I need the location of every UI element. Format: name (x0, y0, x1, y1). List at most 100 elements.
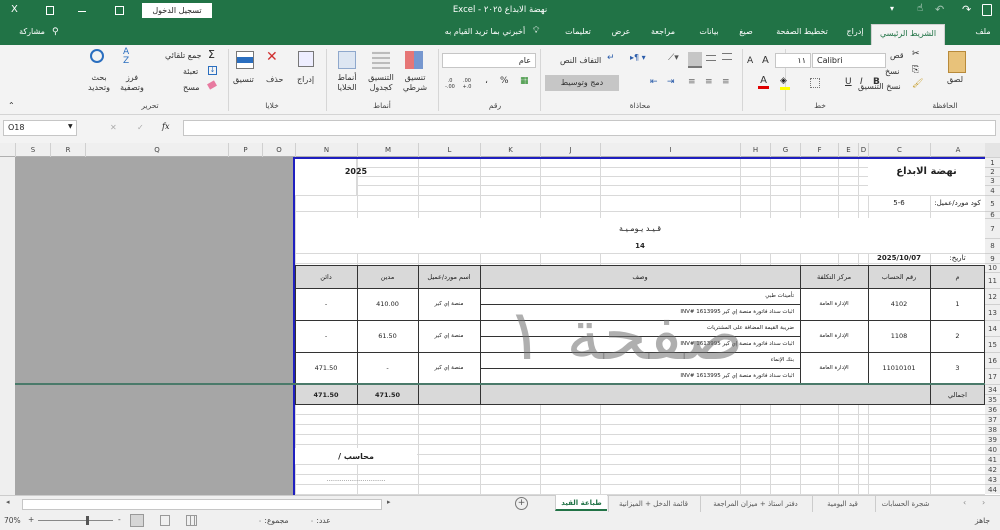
tab-file[interactable]: ملف (975, 27, 990, 36)
sheet-tab-income-balance[interactable]: قائمة الدخل + الميزانية (608, 496, 698, 512)
normal-view-icon[interactable] (130, 514, 144, 527)
column-header-D[interactable]: D (858, 143, 868, 157)
align-right-icon[interactable]: ≡ (722, 77, 730, 87)
page-layout-view-icon[interactable] (160, 515, 170, 526)
add-sheet-button[interactable]: + (515, 497, 528, 510)
worksheet-grid[interactable]: نهضة الابداع 2025 كود مورد/عميل: 5-6 قـيـد ي… (0, 157, 985, 495)
chevron-down-icon[interactable]: ▼ (68, 123, 73, 130)
row-header-38[interactable]: 38 (985, 424, 1000, 434)
orientation-icon[interactable]: ⟋▾ (668, 53, 679, 63)
column-header-L[interactable]: L (418, 143, 480, 157)
format-as-table-button[interactable]: التنسيق كجدول (362, 73, 400, 93)
touch-mode-icon[interactable]: ☝ (917, 3, 923, 14)
select-all-button[interactable] (985, 143, 1000, 157)
align-left-icon[interactable]: ≡ (688, 77, 696, 87)
clear-button[interactable]: مسح (183, 83, 200, 92)
bold-button[interactable]: B (873, 77, 880, 87)
column-header-N[interactable]: N (295, 143, 357, 157)
column-header-O[interactable]: O (262, 143, 295, 157)
share-person-icon[interactable]: ⚲ (52, 27, 59, 37)
column-header-M[interactable]: M (357, 143, 418, 157)
column-header-I[interactable]: I (600, 143, 740, 157)
sheet-tab-ledger-trial-balance[interactable]: دفتر استاذ + ميزان المراجعة (700, 496, 810, 512)
accounting-format-icon[interactable]: ▦ (520, 76, 529, 86)
increase-indent-icon[interactable]: ⇥ (667, 77, 675, 87)
column-header-R[interactable]: R (50, 143, 85, 157)
page-break-view-icon[interactable] (186, 515, 197, 526)
scroll-tabs-left-icon[interactable]: ‹ (963, 498, 966, 507)
row-header-14[interactable]: 14 (985, 320, 1000, 336)
tab-help[interactable]: تعليمات (565, 27, 591, 36)
column-header-G[interactable]: G (770, 143, 800, 157)
shrink-font-button[interactable]: A (747, 56, 753, 66)
row-header-42[interactable]: 42 (985, 464, 1000, 474)
row-header-16[interactable]: 16 (985, 352, 1000, 368)
collapse-ribbon-icon[interactable]: ⌃ (8, 101, 15, 110)
horizontal-scrollbar[interactable] (22, 499, 382, 510)
grow-font-button[interactable]: A (762, 55, 769, 66)
column-header-K[interactable]: K (480, 143, 540, 157)
borders-icon[interactable] (810, 78, 820, 88)
row-header-15[interactable]: 15 (985, 336, 1000, 352)
tab-page-layout[interactable]: تخطيط الصفحة (776, 27, 828, 36)
row-header-12[interactable]: 12 (985, 288, 1000, 304)
row-header-4[interactable]: 4 (985, 185, 1000, 195)
align-center-icon[interactable]: ≡ (705, 77, 713, 87)
underline-button[interactable]: U (845, 77, 852, 87)
tab-view[interactable]: عرض (612, 27, 631, 36)
ribbon-display-options-icon[interactable] (115, 6, 124, 15)
cut-button[interactable]: قص (890, 51, 904, 60)
column-header-H[interactable]: H (740, 143, 770, 157)
scroll-right-icon[interactable]: ▸ (387, 498, 391, 506)
row-header-11[interactable]: 11 (985, 272, 1000, 288)
format-cells-button[interactable]: تنسيق (233, 75, 254, 84)
sheet-tab-chart-of-accounts[interactable]: شجرة الحسابات (875, 496, 935, 512)
font-name-select[interactable]: Calibri (812, 53, 886, 68)
row-header-37[interactable]: 37 (985, 414, 1000, 424)
undo-icon[interactable]: ↶ (935, 3, 944, 16)
row-header-10[interactable]: 10 (985, 263, 1000, 272)
fill-button[interactable]: تعبئة (183, 67, 198, 76)
row-header-44[interactable]: 44 (985, 484, 1000, 494)
fill-color-icon[interactable]: ◈ (780, 76, 790, 90)
row-header-5[interactable]: 5 (985, 195, 1000, 211)
paste-icon[interactable] (948, 51, 966, 73)
row-header-1[interactable]: 1 (985, 157, 1000, 167)
number-format-select[interactable]: عام (442, 53, 536, 68)
font-size-select[interactable]: ١١ (775, 53, 811, 68)
decrease-decimal-button[interactable]: .0 -.00 (443, 78, 457, 90)
copy-button[interactable]: نسخ (885, 67, 900, 76)
align-bottom-icon[interactable] (688, 52, 702, 68)
row-header-41[interactable]: 41 (985, 454, 1000, 464)
row-header-34[interactable]: 34 (985, 384, 1000, 394)
increase-decimal-button[interactable]: .00 +.0 (460, 78, 474, 90)
column-header-A[interactable]: A (930, 143, 985, 157)
delete-cells-button[interactable]: حذف (266, 75, 283, 84)
row-header-9[interactable]: 9 (985, 253, 1000, 263)
italic-button[interactable]: I (860, 77, 863, 87)
sort-filter-button[interactable]: فرز وتصفية (115, 73, 149, 93)
autosum-button[interactable]: جمع تلقائي (165, 51, 202, 60)
sign-in-button[interactable]: تسجيل الدخول (142, 3, 212, 18)
sheet-tab-print-entry[interactable]: طباعة القيد (555, 495, 607, 511)
restore-icon[interactable] (46, 6, 54, 15)
find-select-button[interactable]: بحث وتحديد (80, 73, 118, 93)
zoom-level[interactable]: 70% (4, 516, 21, 525)
zoom-in-button[interactable]: - (118, 515, 121, 524)
zoom-slider[interactable] (38, 520, 113, 521)
column-header-C[interactable]: C (868, 143, 930, 157)
zoom-slider-thumb[interactable] (86, 516, 89, 525)
merge-center-button[interactable]: دمج وتوسيط (545, 75, 619, 91)
close-icon[interactable]: X (11, 4, 18, 15)
row-header-40[interactable]: 40 (985, 444, 1000, 454)
sheet-tab-journal[interactable]: قيد اليومية (812, 496, 872, 512)
cell-styles-button[interactable]: أنماط الخلايا (330, 73, 364, 93)
percent-button[interactable]: % (500, 76, 509, 86)
tab-insert[interactable]: إدراج (846, 27, 863, 36)
conditional-formatting-button[interactable]: تنسيق شرطي (398, 73, 432, 93)
column-header-P[interactable]: P (228, 143, 262, 157)
row-header-17[interactable]: 17 (985, 368, 1000, 384)
font-color-button[interactable]: A (758, 75, 769, 89)
decrease-indent-icon[interactable]: ⇤ (650, 77, 658, 87)
redo-icon[interactable]: ↷ (962, 3, 971, 16)
